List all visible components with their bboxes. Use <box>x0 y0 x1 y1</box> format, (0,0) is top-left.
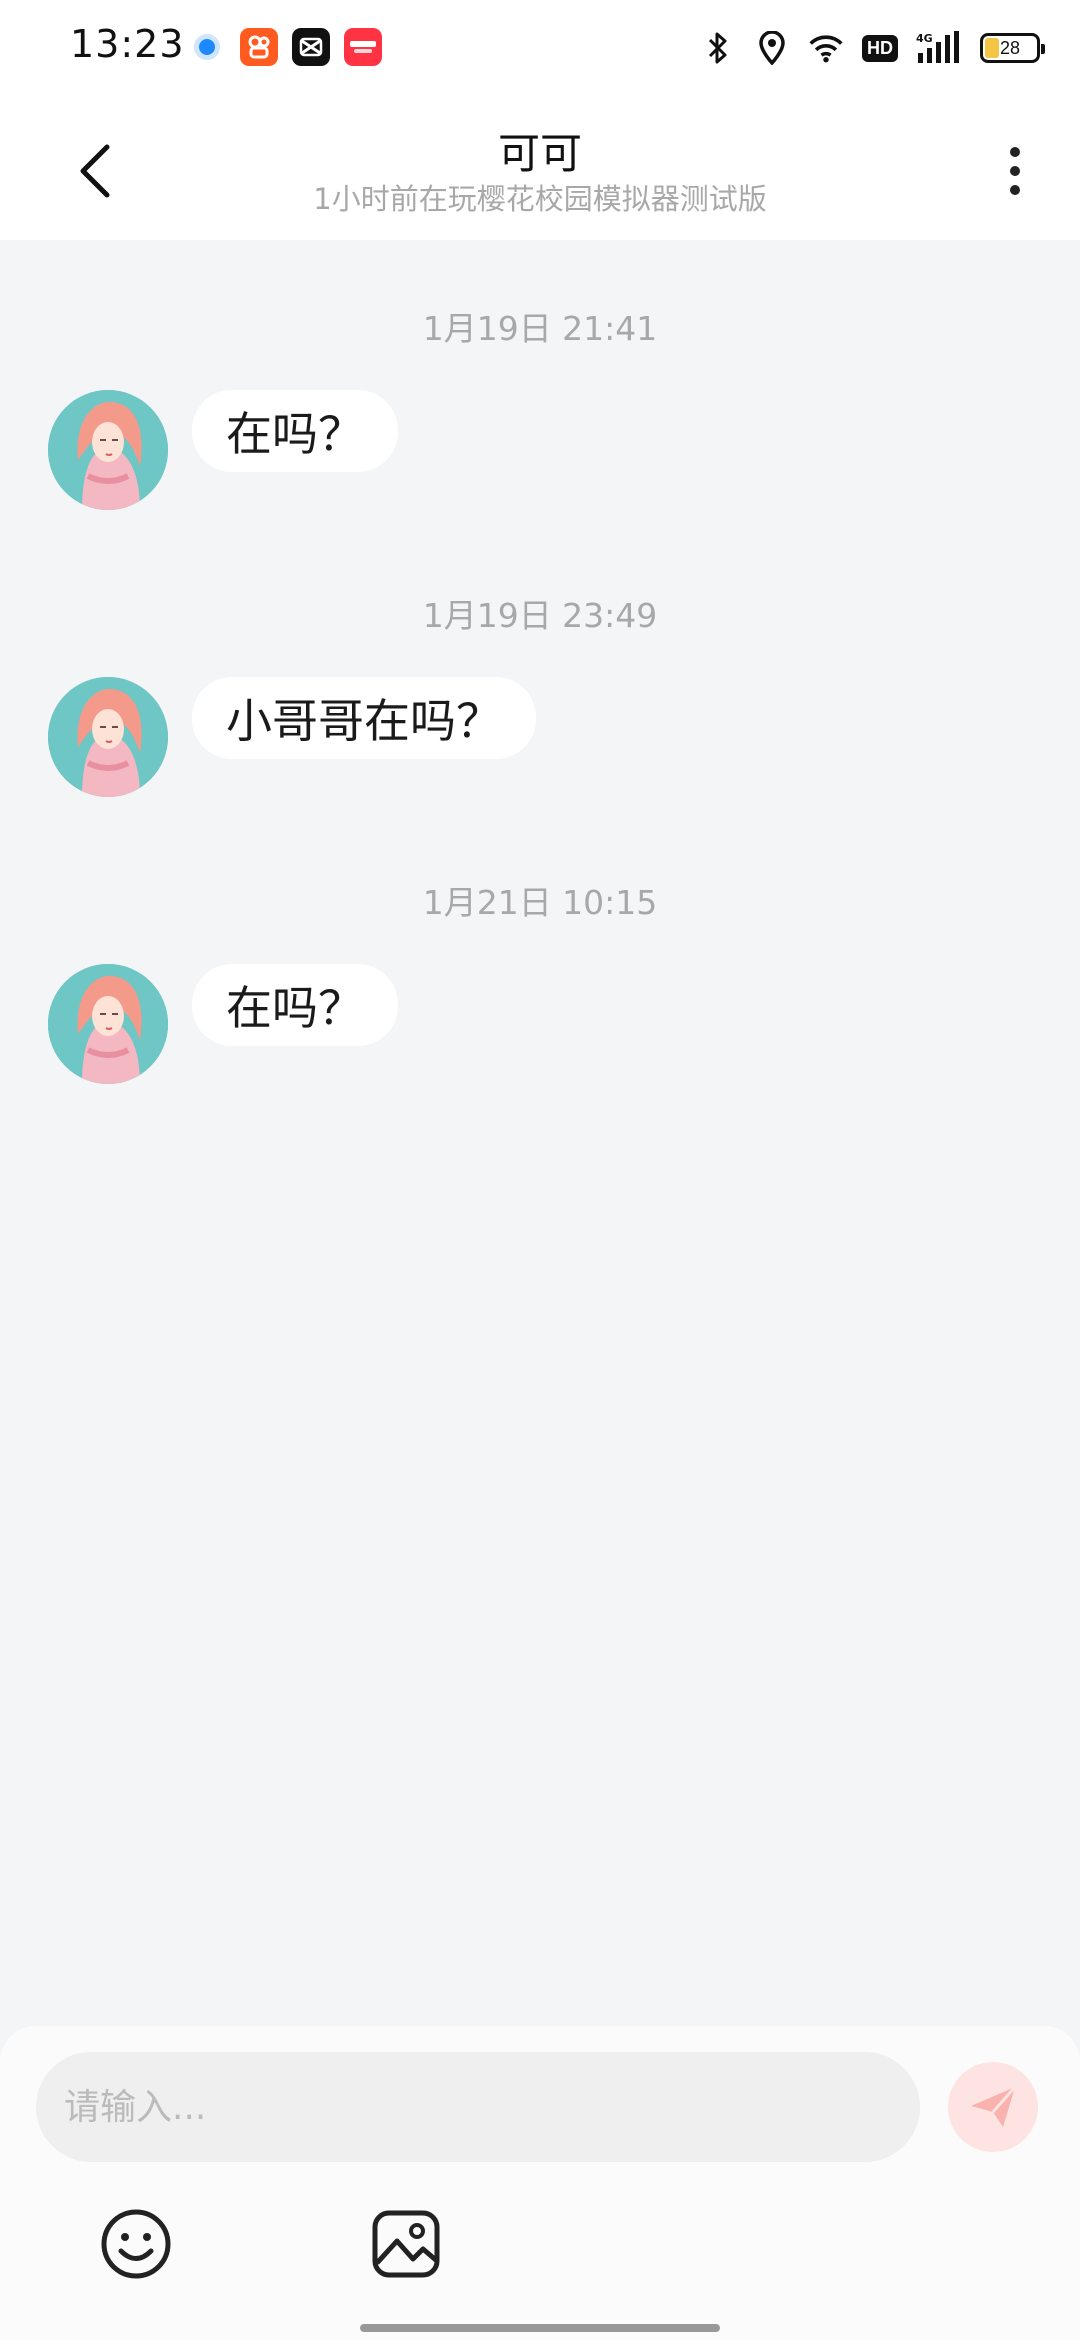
message-bubble[interactable]: 小哥哥在吗？ <box>192 677 536 759</box>
message-timestamp: 1月19日 21:41 <box>422 309 658 348</box>
xiaohongshu-icon <box>344 28 382 66</box>
bluetooth-icon <box>700 30 736 66</box>
send-icon <box>971 2086 1017 2127</box>
message-row: 在吗？ <box>48 964 398 1088</box>
home-indicator[interactable] <box>360 2324 720 2332</box>
more-options-button[interactable] <box>990 136 1040 206</box>
more-vertical-icon <box>1010 147 1020 157</box>
location-icon <box>754 30 790 66</box>
message-input[interactable] <box>36 2052 920 2162</box>
message-composer <box>0 2026 1080 2340</box>
avatar[interactable] <box>48 677 168 797</box>
smiley-icon <box>101 2209 171 2279</box>
contact-status: 1小时前在玩樱花校园模拟器测试版 <box>313 182 767 216</box>
message-timestamp: 1月21日 10:15 <box>422 883 658 922</box>
svg-text:4G: 4G <box>916 32 933 45</box>
message-timestamp: 1月19日 23:49 <box>422 596 658 635</box>
browser-icon <box>188 28 226 66</box>
hd-label: HD <box>862 34 898 62</box>
wifi-icon <box>808 30 844 66</box>
message-bubble[interactable]: 在吗？ <box>192 390 398 472</box>
avatar[interactable] <box>48 390 168 510</box>
status-time: 13:23 <box>70 22 185 66</box>
battery-level: 28 <box>999 37 1021 58</box>
contact-name: 可可 <box>497 129 582 178</box>
chat-header: 可可 1小时前在玩樱花校园模拟器测试版 <box>0 96 1080 240</box>
status-bar: 13:23 HD 4G 28 <box>0 0 1080 96</box>
image-button[interactable] <box>368 2206 444 2282</box>
kuaishou-icon <box>240 28 278 66</box>
hd-icon: HD <box>862 30 898 66</box>
4g-signal-icon: 4G <box>916 30 962 66</box>
image-icon <box>372 2210 440 2278</box>
message-row: 小哥哥在吗？ <box>48 677 536 801</box>
message-row: 在吗？ <box>48 390 398 514</box>
message-bubble[interactable]: 在吗？ <box>192 964 398 1046</box>
avatar[interactable] <box>48 964 168 1084</box>
battery-icon: 28 <box>980 33 1045 63</box>
send-button[interactable] <box>948 2062 1038 2152</box>
emoji-button[interactable] <box>98 2206 174 2282</box>
capcut-icon <box>292 28 330 66</box>
